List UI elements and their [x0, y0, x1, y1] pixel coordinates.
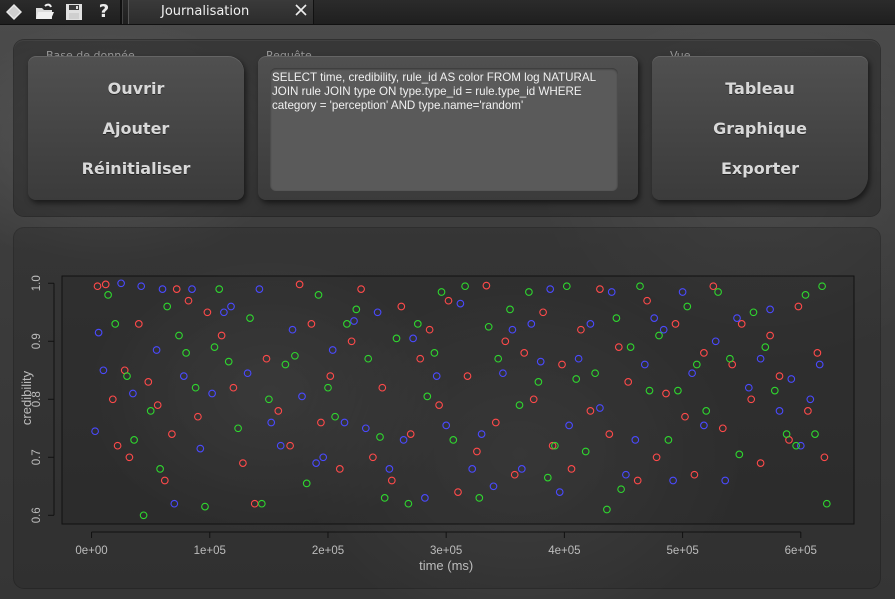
y-tick-label: 0.9: [31, 333, 43, 349]
x-tick-label: 0e+00: [75, 545, 107, 557]
plot-background: [61, 275, 855, 525]
x-tick-label: 5e+05: [666, 545, 698, 557]
credibility-scatter-chart: 0e+00 1e+05 2e+05 3e+05 4e+05 5e+05 6e+05 0.6 0.…: [19, 275, 855, 573]
x-tick-label: 6e+05: [785, 545, 817, 557]
y-tick-label: 1.0: [31, 275, 43, 291]
y-tick-label: 0.7: [31, 449, 43, 465]
x-tick-label: 1e+05: [194, 545, 226, 557]
x-axis-label: time (ms): [419, 558, 473, 573]
x-tick-label: 3e+05: [430, 545, 462, 557]
x-tick-label: 2e+05: [312, 545, 344, 557]
x-tick-label: 4e+05: [548, 545, 580, 557]
y-axis-label: credibility: [19, 370, 34, 425]
y-tick-label: 0.6: [31, 507, 43, 523]
plot-frame: [61, 275, 855, 525]
